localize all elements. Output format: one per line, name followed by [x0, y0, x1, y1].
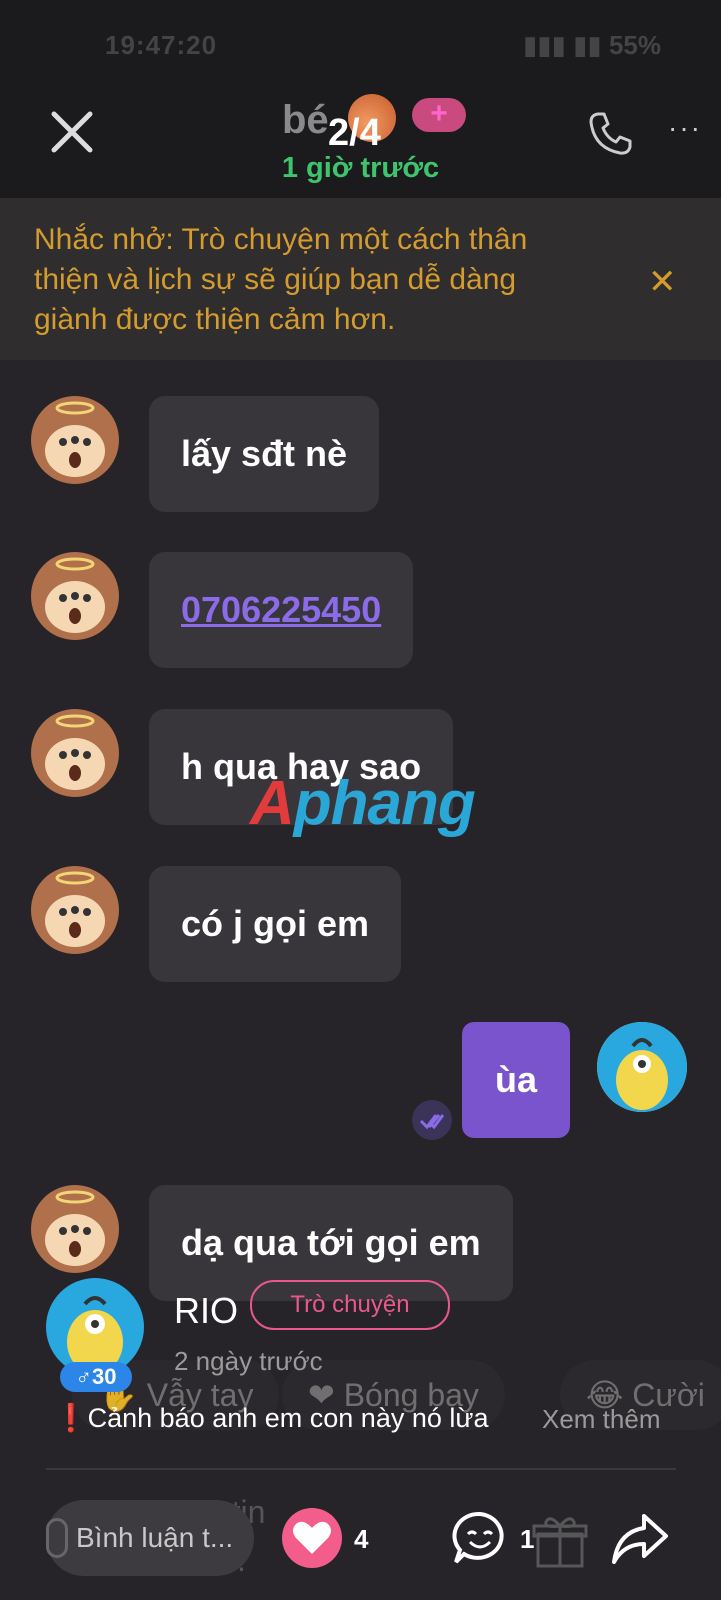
phone-number-link[interactable]: 0706225450	[181, 589, 381, 630]
contact-avatar[interactable]	[31, 552, 119, 640]
gift-icon[interactable]	[530, 1512, 590, 1572]
status-time: 19:47:20	[105, 30, 218, 60]
close-reminder-icon[interactable]: ✕	[648, 262, 677, 302]
my-avatar[interactable]	[597, 1022, 687, 1112]
contact-avatar[interactable]	[31, 866, 119, 954]
add-friend-button[interactable]: +	[412, 98, 466, 132]
contact-name: bé	[282, 98, 329, 142]
like-count: 4	[354, 1524, 369, 1554]
message-bubble[interactable]: 0706225450	[149, 552, 414, 668]
image-counter: 2/4	[328, 112, 381, 154]
comment-text: ❗Cảnh báo anh em con này nó lừa	[54, 1403, 489, 1433]
commenter-name[interactable]: RIO	[174, 1290, 238, 1332]
watermark-logo: Aphang	[250, 769, 476, 838]
contact-avatar[interactable]	[31, 709, 119, 797]
message-bubble[interactable]: lấy sđt nè	[149, 396, 380, 512]
status-bar: 19:47:20 ▮▮▮ ▮▮ 55%	[0, 0, 721, 90]
chat-button[interactable]: Trò chuyện	[250, 1280, 450, 1330]
see-more-link[interactable]: Xem thêm	[542, 1404, 661, 1435]
gender-age-badge: ♂30	[60, 1362, 132, 1392]
contact-avatar[interactable]	[31, 1185, 119, 1273]
share-icon[interactable]	[610, 1508, 670, 1568]
phone-call-icon[interactable]	[586, 110, 634, 158]
battery-level: ▮▮▮ ▮▮ 55%	[522, 30, 661, 60]
like-button[interactable]	[282, 1508, 342, 1568]
my-message-bubble[interactable]: ùa	[462, 1022, 570, 1138]
more-options-icon[interactable]: ···	[668, 112, 702, 144]
comment-input[interactable]: Bình luận t...	[46, 1500, 254, 1576]
comment-emoji-icon[interactable]	[450, 1508, 510, 1568]
reminder-banner: Nhắc nhở: Trò chuyện một cách thân thiện…	[0, 198, 721, 360]
message-bubble[interactable]: có j gọi em	[149, 866, 402, 982]
chat-header: bé + 2/4 1 giờ trước ···	[0, 90, 721, 198]
comment-time: 2 ngày trước	[174, 1346, 323, 1376]
reminder-text: Nhắc nhở: Trò chuyện một cách thân thiện…	[34, 223, 528, 336]
mic-icon[interactable]	[46, 1518, 68, 1558]
divider	[46, 1468, 676, 1470]
contact-avatar[interactable]	[31, 396, 119, 484]
close-icon[interactable]	[48, 108, 96, 156]
seen-check-icon	[412, 1100, 452, 1140]
